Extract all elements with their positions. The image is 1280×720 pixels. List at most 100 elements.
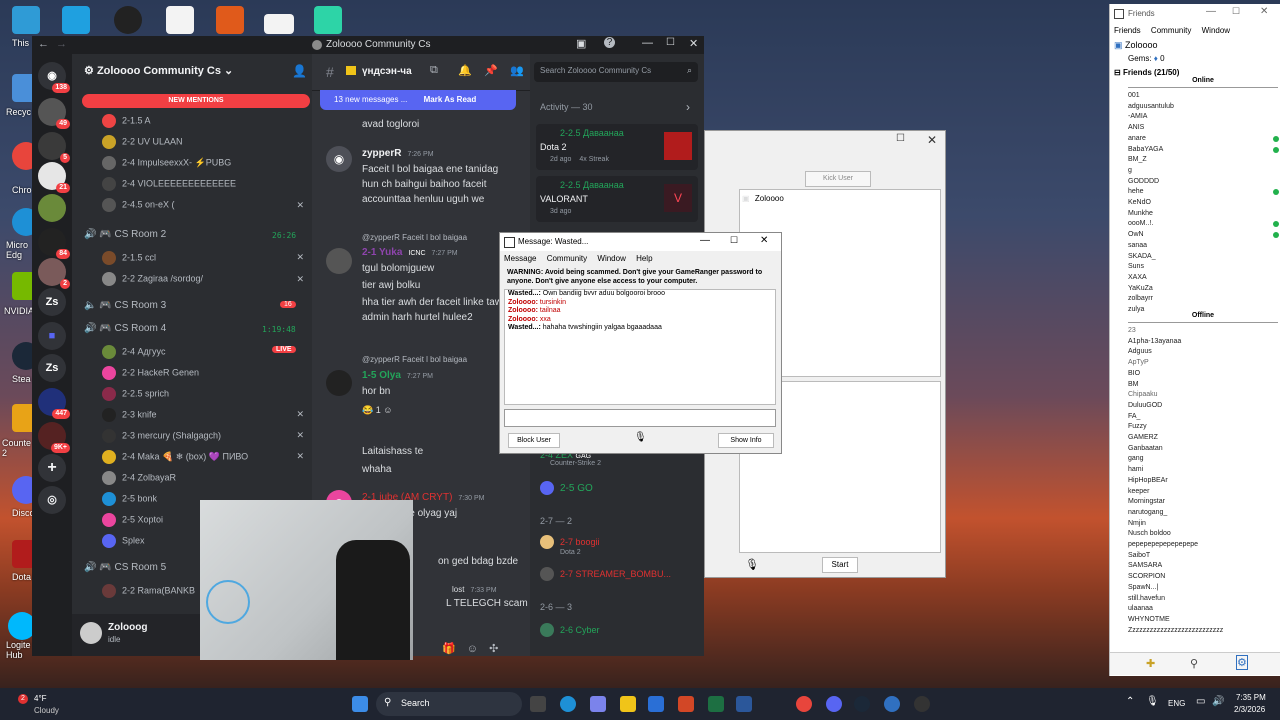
friend-online[interactable]: BM_Z (1128, 156, 1147, 163)
server-icon[interactable]: 21 (38, 162, 70, 193)
teams-icon[interactable] (590, 696, 606, 712)
friend-offline[interactable]: Adguus (1128, 348, 1152, 355)
member-row[interactable]: 2-6 Cyber (540, 622, 600, 637)
friend-offline[interactable]: ApTyP (1128, 359, 1149, 366)
voice-member[interactable]: 2-2 Zagiraa /sordog/ (102, 272, 203, 286)
search-input[interactable]: Search Zoloooo Community Cs ⌕ (534, 62, 698, 82)
kick-user-button[interactable]: Kick User (805, 171, 871, 187)
chevron-right-icon[interactable]: › (686, 100, 690, 114)
friends-header[interactable]: ⊟ Friends (21/50) (1114, 68, 1179, 77)
friend-offline[interactable]: SpawN...| (1128, 584, 1158, 591)
voice-channel-cs-room-2[interactable]: 🔊 🎮 CS Room 2 (84, 229, 166, 240)
friend-offline[interactable]: SAMSARA (1128, 562, 1162, 569)
add-friend-icon[interactable]: ✚ (1146, 657, 1155, 670)
friend-online[interactable]: -AMIA (1128, 113, 1147, 120)
window-maximize-icon[interactable]: ☐ (896, 133, 905, 144)
server-icon-zs[interactable]: Zs (38, 288, 66, 316)
add-member-icon[interactable]: 👤 (292, 64, 307, 78)
friend-online[interactable]: XAXA (1128, 274, 1147, 281)
voice-member[interactable]: 2-4 ZolbayaR (102, 471, 176, 485)
microphone-icon[interactable]: 🎙 (1146, 696, 1159, 707)
minimize-icon[interactable]: — (700, 235, 710, 246)
friend-offline[interactable]: Nmjin (1128, 520, 1146, 527)
network-icon[interactable]: ▭ (1196, 696, 1205, 707)
friend-offline[interactable]: FA_ (1128, 413, 1140, 420)
voice-member[interactable]: 2-2 Rama(BANKB (102, 584, 195, 598)
language-indicator[interactable]: ENG (1168, 699, 1185, 708)
friend-online[interactable]: hehe (1128, 188, 1144, 195)
excel-icon[interactable] (708, 696, 724, 712)
voice-member[interactable]: 2-4.5 on-eX ( (102, 198, 175, 212)
voice-member[interactable]: Splex (102, 534, 145, 548)
friend-online[interactable]: SKADA_ (1128, 253, 1156, 260)
back-arrow-icon[interactable]: ← (38, 38, 49, 50)
direct-messages-icon[interactable]: ◉ 138 (38, 62, 70, 93)
close-icon[interactable]: ✕ (689, 37, 698, 50)
message-author[interactable]: 1-5 Olya (362, 370, 401, 381)
friend-offline[interactable]: gang (1128, 455, 1144, 462)
store-icon[interactable] (648, 696, 664, 712)
server-icon[interactable]: 9K+ (38, 422, 70, 453)
server-header[interactable]: ⚙ Zoloooo Community Cs ⌄ (84, 64, 233, 77)
voice-member[interactable]: 2-5 bonk (102, 492, 157, 506)
friend-offline[interactable]: Morningstar (1128, 498, 1165, 505)
voice-member[interactable]: 2-3 knife (102, 408, 157, 422)
activity-card[interactable]: 2-2.5 Даваанаа Dota 2 2d ago 4x Streak (536, 124, 698, 170)
help-icon[interactable]: ? (604, 37, 615, 48)
discord-icon[interactable] (826, 696, 842, 712)
server-icon[interactable] (38, 194, 66, 222)
app-icon[interactable] (914, 696, 930, 712)
username[interactable]: Zolooog (108, 622, 147, 633)
friend-offline[interactable]: A1pha-13ayanaa (1128, 338, 1181, 345)
server-icon[interactable]: 49 (38, 98, 70, 129)
friend-offline[interactable]: Chipaaku (1128, 391, 1158, 398)
close-icon[interactable]: ✕ (760, 235, 768, 246)
voice-member[interactable]: 2-5 Xoptoi (102, 513, 163, 527)
message-input[interactable] (504, 409, 776, 427)
gameranger-icon[interactable] (884, 696, 900, 712)
menu-window[interactable]: Window (1202, 26, 1230, 35)
friend-offline[interactable]: DuluuGOD (1128, 402, 1162, 409)
volume-icon[interactable]: 🔊 (1212, 696, 1224, 707)
microphone-icon[interactable]: 🎙 (634, 432, 647, 443)
voice-member[interactable]: 2-3 mercury (Shalgagch) (102, 429, 221, 443)
word-icon[interactable] (736, 696, 752, 712)
friend-offline[interactable]: Zzzzzzzzzzzzzzzzzzzzzzzzzzz (1128, 627, 1223, 634)
menu-window[interactable]: Window (597, 254, 625, 263)
friend-offline[interactable]: GAMERZ (1128, 434, 1158, 441)
desktop-icon-app[interactable] (314, 6, 342, 34)
minimize-icon[interactable]: — (642, 37, 653, 49)
friend-offline[interactable]: Ganbaatan (1128, 445, 1163, 452)
friend-offline[interactable]: Fuzzy (1128, 423, 1147, 430)
friend-offline[interactable]: narutogang_ (1128, 509, 1167, 516)
desktop-icon-this-pc[interactable] (12, 6, 40, 34)
server-icon-zs[interactable]: Zs (38, 354, 66, 382)
powerpoint-icon[interactable] (678, 696, 694, 712)
voice-member[interactable]: 2-2 HackeR Genen (102, 366, 199, 380)
friend-offline[interactable]: SCORPION (1128, 573, 1165, 580)
my-user[interactable]: ▣ Zoloooo (1114, 40, 1158, 51)
desktop-icon-file[interactable] (166, 6, 194, 34)
reply-preview[interactable]: @zypperR Faceit l bol baigaa (362, 230, 467, 245)
friend-online[interactable]: KeNdO (1128, 199, 1151, 206)
friend-online[interactable]: GODDDD (1128, 178, 1159, 185)
reaction[interactable]: 😂 1 ☺ (362, 403, 433, 418)
member-row[interactable]: 2-7 STREAMER_BOMBU... (540, 566, 671, 581)
server-icon[interactable]: 5 (38, 132, 70, 163)
friend-offline[interactable]: keeper (1128, 488, 1149, 495)
friend-offline[interactable]: 23 (1128, 327, 1136, 334)
new-messages-banner[interactable]: 13 new messages ... Mark As Read (320, 90, 516, 110)
maximize-icon[interactable]: ☐ (666, 37, 675, 48)
tray-chevron-icon[interactable]: ⌃ (1126, 696, 1134, 707)
taskbar-search[interactable]: ⚲ Search (376, 692, 522, 716)
voice-member[interactable]: 2-1.5 A (102, 114, 151, 128)
start-button[interactable]: Start (822, 557, 858, 573)
inbox-icon[interactable]: ▣ (576, 37, 586, 50)
activity-card[interactable]: 2-2.5 Даваанаа VALORANT 3d ago V (536, 176, 698, 222)
notification-bell-icon[interactable]: 🔔 (458, 64, 472, 77)
show-info-button[interactable]: Show Info (718, 433, 774, 448)
add-server-icon[interactable]: + (38, 454, 66, 482)
pin-icon[interactable]: 📌 (484, 64, 498, 77)
voice-member[interactable]: 2-2.5 sprich (102, 387, 169, 401)
avatar[interactable] (326, 248, 352, 274)
